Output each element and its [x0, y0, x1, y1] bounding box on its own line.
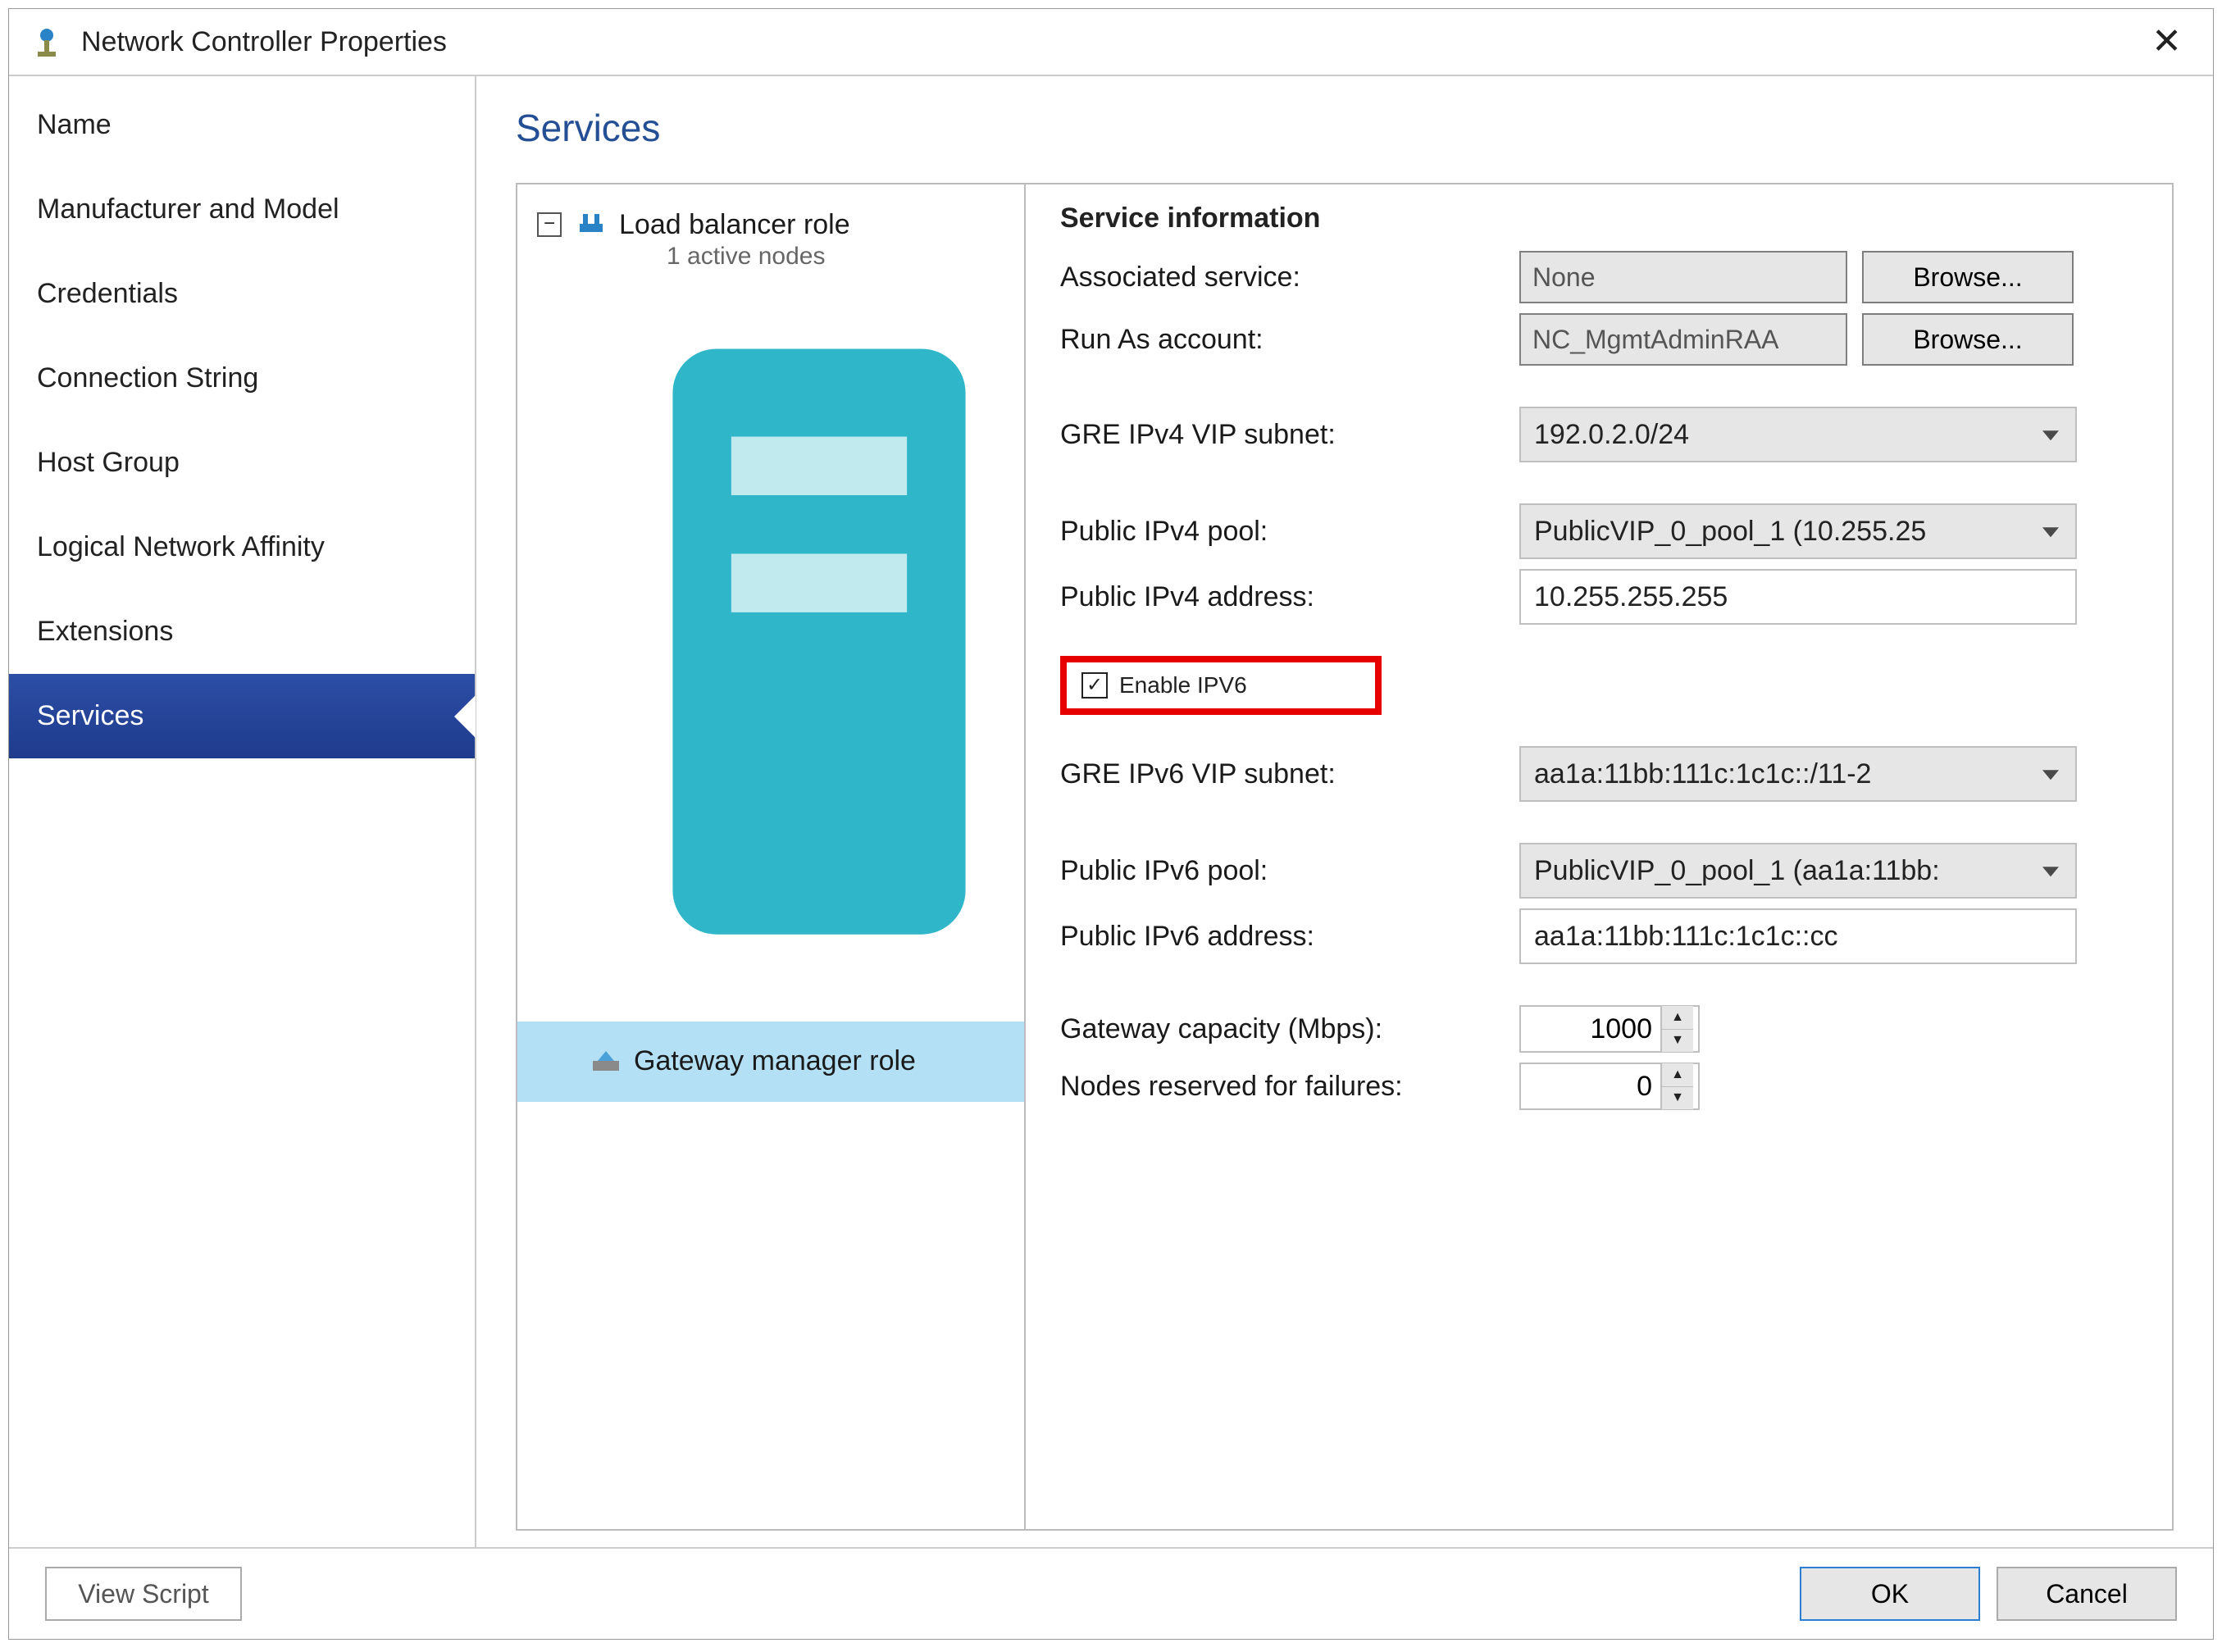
sidebar-item-label: Logical Network Affinity: [37, 531, 325, 562]
body: Name Manufacturer and Model Credentials …: [9, 76, 2213, 1547]
sidebar-item-label: Extensions: [37, 616, 173, 647]
ok-button[interactable]: OK: [1800, 1567, 1980, 1621]
label-public-ipv6-address: Public IPv6 address:: [1060, 921, 1503, 953]
roles-tree: − Load balancer role 1 active no: [517, 184, 1026, 1529]
label-nodes-reserved: Nodes reserved for failures:: [1060, 1071, 1503, 1103]
browse-run-as-button[interactable]: Browse...: [1862, 313, 2074, 366]
sidebar-item-manufacturer[interactable]: Manufacturer and Model: [9, 167, 475, 252]
gateway-capacity-spinner[interactable]: ▲ ▼: [1519, 1005, 1700, 1053]
enable-ipv6-label: Enable IPV6: [1119, 672, 1247, 699]
load-balancer-icon: [575, 209, 608, 239]
section-title: Service information: [1060, 203, 2138, 234]
sidebar-item-name[interactable]: Name: [9, 83, 475, 167]
sidebar-item-services[interactable]: Services: [9, 674, 475, 758]
tree-node-gateway-manager[interactable]: Gateway manager role: [517, 1022, 1024, 1102]
services-panel: − Load balancer role 1 active no: [516, 183, 2174, 1531]
titlebar: Network Controller Properties ✕: [9, 9, 2213, 75]
browse-associated-service-button[interactable]: Browse...: [1862, 251, 2074, 303]
spin-down-icon[interactable]: ▼: [1662, 1087, 1693, 1110]
sidebar-item-label: Manufacturer and Model: [37, 193, 339, 225]
public-ipv4-address-input[interactable]: [1519, 569, 2077, 625]
tree-label: Gateway manager role: [634, 1045, 916, 1077]
tree-child-node[interactable]: [614, 290, 1024, 999]
label-run-as: Run As account:: [1060, 324, 1503, 356]
tree-node-load-balancer[interactable]: − Load balancer role 1 active no: [517, 201, 1024, 999]
spin-up-icon[interactable]: ▲: [1662, 1006, 1693, 1030]
public-ipv6-address-input[interactable]: [1519, 908, 2077, 964]
sidebar-item-extensions[interactable]: Extensions: [9, 589, 475, 674]
sidebar: Name Manufacturer and Model Credentials …: [9, 76, 476, 1547]
cancel-button[interactable]: Cancel: [1997, 1567, 2177, 1621]
sidebar-item-label: Host Group: [37, 447, 180, 478]
label-public-ipv4-pool: Public IPv4 pool:: [1060, 516, 1503, 548]
tree-subtitle: 1 active nodes: [667, 243, 850, 271]
associated-service-field: None: [1519, 251, 1847, 303]
spin-down-icon[interactable]: ▼: [1662, 1030, 1693, 1053]
gre-ipv4-subnet-combo[interactable]: 192.0.2.0/24: [1519, 407, 2077, 462]
close-button[interactable]: ✕: [2142, 24, 2192, 60]
label-gre-ipv4-subnet: GRE IPv4 VIP subnet:: [1060, 419, 1503, 451]
form-grid: Associated service: None Browse... Run A…: [1060, 251, 2138, 1110]
checkbox-mark: ✓: [1081, 672, 1108, 699]
main-area: Services −: [476, 76, 2213, 1547]
gateway-manager-icon: [590, 1044, 622, 1077]
nodes-reserved-input[interactable]: [1521, 1064, 1660, 1108]
gre-ipv6-subnet-combo[interactable]: aa1a:11bb:111c:1c1c::/11-2: [1519, 746, 2077, 802]
label-associated-service: Associated service:: [1060, 262, 1503, 294]
properties-window: Network Controller Properties ✕ Name Man…: [8, 8, 2214, 1640]
sidebar-item-label: Credentials: [37, 278, 178, 309]
sidebar-item-label: Services: [37, 700, 143, 731]
label-public-ipv6-pool: Public IPv6 pool:: [1060, 855, 1503, 887]
label-public-ipv4-address: Public IPv4 address:: [1060, 581, 1503, 613]
label-gre-ipv6-subnet: GRE IPv6 VIP subnet:: [1060, 758, 1503, 790]
spin-up-icon[interactable]: ▲: [1662, 1063, 1693, 1087]
run-as-field: NC_MgmtAdminRAA: [1519, 313, 1847, 366]
page-title: Services: [516, 106, 2174, 150]
window-title: Network Controller Properties: [81, 26, 2142, 58]
tree-label: Load balancer role: [619, 209, 850, 240]
sidebar-item-label: Connection String: [37, 362, 258, 394]
tree-expander[interactable]: −: [537, 212, 562, 237]
sidebar-item-credentials[interactable]: Credentials: [9, 252, 475, 336]
sidebar-item-logical-network-affinity[interactable]: Logical Network Affinity: [9, 505, 475, 589]
label-gateway-capacity: Gateway capacity (Mbps):: [1060, 1013, 1503, 1045]
public-ipv4-pool-combo[interactable]: PublicVIP_0_pool_1 (10.255.25: [1519, 503, 2077, 559]
sidebar-item-connection-string[interactable]: Connection String: [9, 336, 475, 421]
sidebar-item-label: Name: [37, 109, 112, 140]
sidebar-item-host-group[interactable]: Host Group: [9, 421, 475, 505]
public-ipv6-pool-combo[interactable]: PublicVIP_0_pool_1 (aa1a:11bb:: [1519, 843, 2077, 899]
view-script-button[interactable]: View Script: [45, 1567, 242, 1621]
bottombar: View Script OK Cancel: [9, 1547, 2213, 1639]
server-node-icon: [614, 972, 1024, 998]
nodes-reserved-spinner[interactable]: ▲ ▼: [1519, 1063, 1700, 1110]
enable-ipv6-checkbox[interactable]: ✓ Enable IPV6: [1060, 656, 1382, 715]
service-details: Service information Associated service: …: [1026, 184, 2172, 1529]
app-icon: [30, 25, 63, 58]
gateway-capacity-input[interactable]: [1521, 1007, 1660, 1051]
